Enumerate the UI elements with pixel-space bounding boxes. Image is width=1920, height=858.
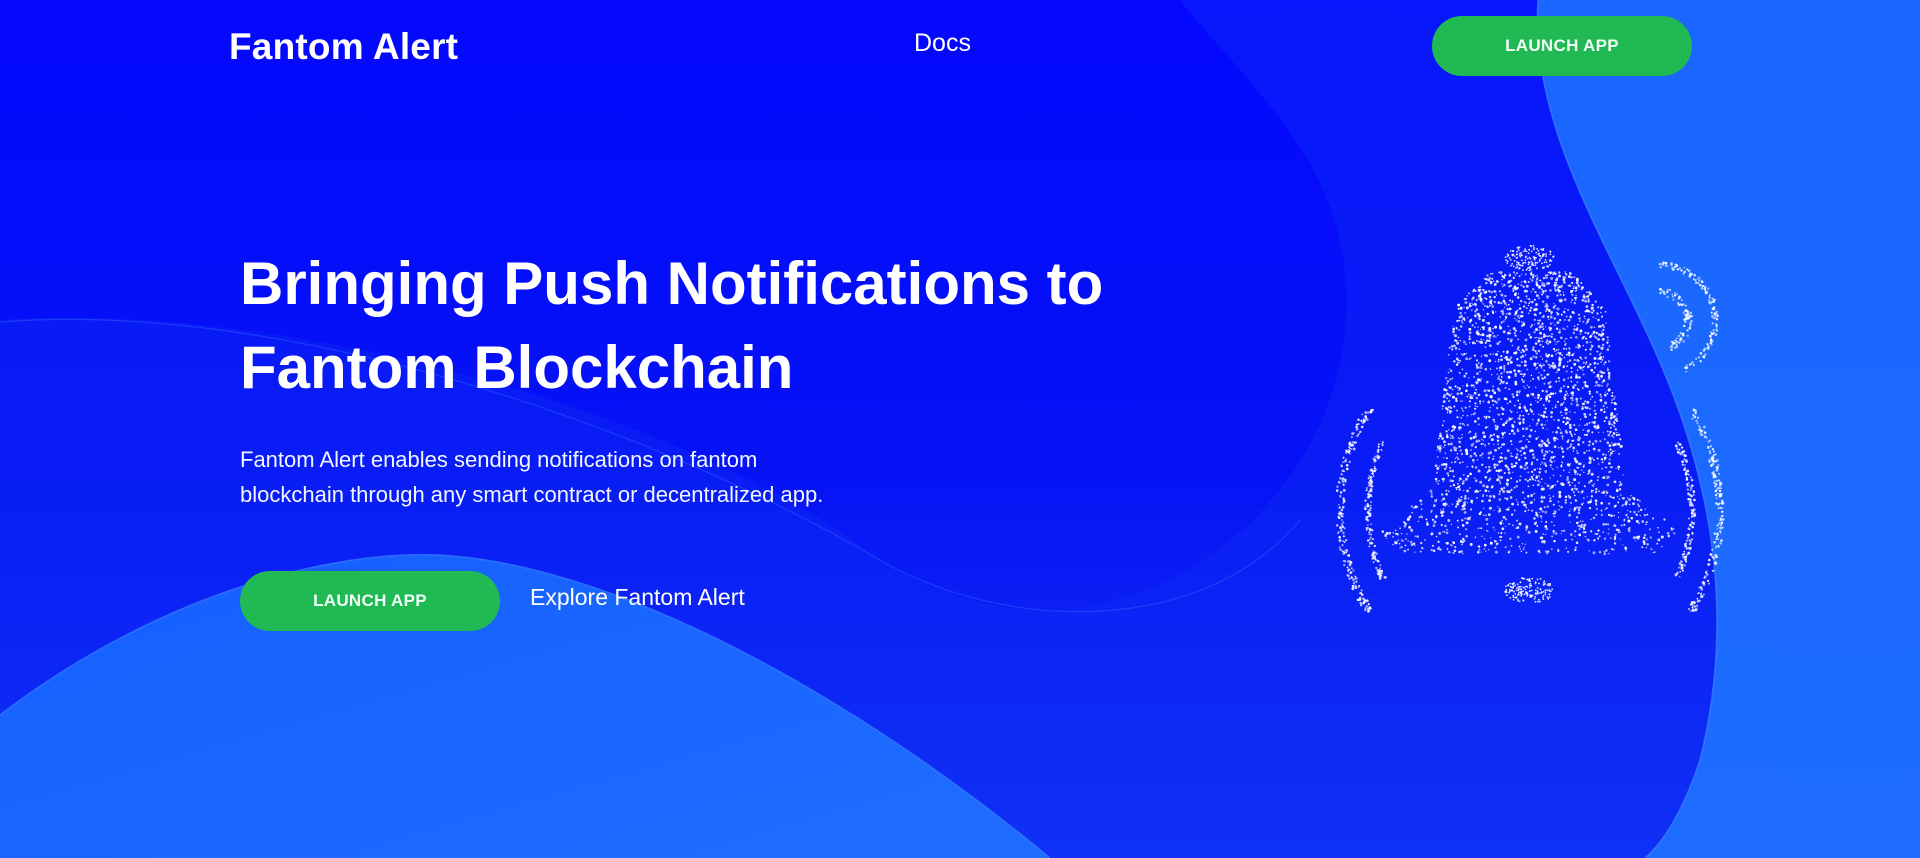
landing-page: Fantom Alert Docs LAUNCH APP Bringing Pu… [0, 0, 1920, 858]
nav-launch-app-button[interactable]: LAUNCH APP [1432, 16, 1692, 76]
explore-link[interactable]: Explore Fantom Alert [530, 584, 745, 611]
hero-desc-line2: blockchain through any smart contract or… [240, 482, 824, 507]
hero-title: Bringing Push Notifications to Fantom Bl… [240, 242, 1140, 410]
hero-title-line2: Fantom Blockchain [240, 334, 794, 401]
top-nav: Fantom Alert Docs LAUNCH APP [0, 0, 1920, 95]
hero-title-line1: Bringing Push Notifications to [240, 250, 1104, 317]
hero-launch-app-button[interactable]: LAUNCH APP [240, 571, 500, 631]
nav-docs-link[interactable]: Docs [914, 29, 971, 58]
hero-desc-line1: Fantom Alert enables sending notificatio… [240, 447, 758, 472]
particle-bell-icon [1290, 240, 1770, 620]
hero-description: Fantom Alert enables sending notificatio… [240, 442, 880, 512]
brand-logo[interactable]: Fantom Alert [229, 26, 458, 68]
